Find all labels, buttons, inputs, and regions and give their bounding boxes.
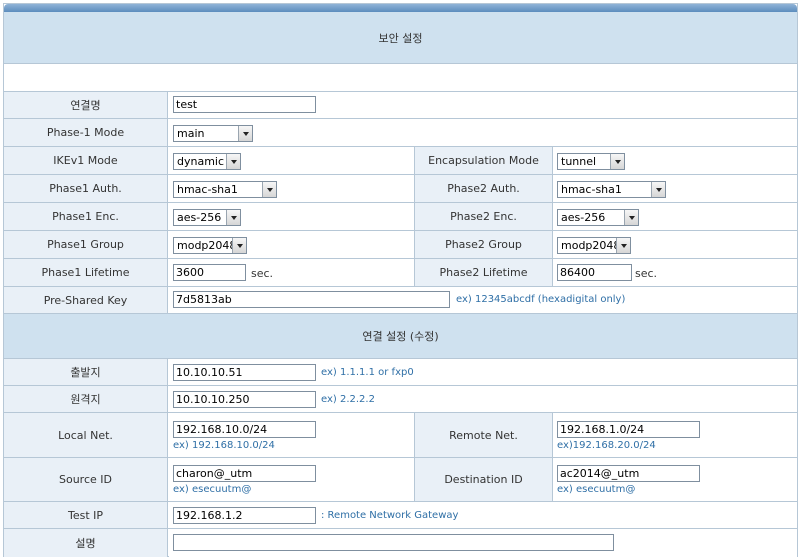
source-id-input[interactable]: charon@_utm xyxy=(173,465,316,482)
phase1-enc-label: Phase1 Enc. xyxy=(4,203,168,230)
row-group: Phase1 Group modp2048 Phase2 Group modp2… xyxy=(4,231,797,259)
psk-input[interactable]: 7d5813ab xyxy=(173,291,450,308)
phase1-lifetime-input[interactable]: 3600 xyxy=(173,264,246,281)
row-lifetime: Phase1 Lifetime 3600 sec. Phase2 Lifetim… xyxy=(4,259,797,287)
row-enc: Phase1 Enc. aes-256 Phase2 Enc. aes-256 xyxy=(4,203,797,231)
phase2-auth-value: hmac-sha1 xyxy=(561,183,622,196)
remote-net-input[interactable]: 192.168.1.0/24 xyxy=(557,421,700,438)
conn-name-label: 연결명 xyxy=(4,92,168,118)
encap-mode-select[interactable]: tunnel xyxy=(557,153,625,170)
phase1-mode-select[interactable]: main xyxy=(173,125,253,142)
phase1-mode-label: Phase-1 Mode xyxy=(4,119,168,146)
row-ikev1-encap: IKEv1 Mode dynamic Encapsulation Mode tu… xyxy=(4,147,797,175)
remote-net-hint: ex)192.168.20.0/24 xyxy=(557,440,656,451)
destination-hint: ex) 2.2.2.2 xyxy=(321,394,375,405)
section-title: 보안 설정 xyxy=(378,31,423,45)
phase2-enc-select[interactable]: aes-256 xyxy=(557,209,639,226)
chevron-down-icon[interactable] xyxy=(610,154,624,169)
phase2-lifetime-input[interactable]: 86400 xyxy=(557,264,632,281)
phase2-auth-select[interactable]: hmac-sha1 xyxy=(557,181,666,198)
phase1-group-label: Phase1 Group xyxy=(4,231,168,258)
phase1-auth-value: hmac-sha1 xyxy=(177,183,238,196)
source-id-hint: ex) esecuutm@ xyxy=(173,484,252,495)
chevron-down-icon[interactable] xyxy=(262,182,276,197)
source-hint: ex) 1.1.1.1 or fxp0 xyxy=(321,367,414,378)
local-net-label: Local Net. xyxy=(4,413,168,457)
panel-top-bar xyxy=(4,4,797,12)
chevron-down-icon[interactable] xyxy=(651,182,665,197)
local-net-input[interactable]: 192.168.10.0/24 xyxy=(173,421,316,438)
source-input[interactable]: 10.10.10.51 xyxy=(173,364,316,381)
source-label: 출발지 xyxy=(4,359,168,385)
chevron-down-icon[interactable] xyxy=(616,238,630,253)
row-phase1-mode: Phase-1 Mode main xyxy=(4,119,797,147)
psk-label: Pre-Shared Key xyxy=(4,287,168,313)
destination-id-hint: ex) esecuutm@ xyxy=(557,484,636,495)
ikev1-mode-value: dynamic xyxy=(177,155,225,168)
destination-input[interactable]: 10.10.10.250 xyxy=(173,391,316,408)
phase2-lifetime-label: Phase2 Lifetime xyxy=(414,259,553,286)
spacer-row xyxy=(4,64,797,92)
phase1-auth-label: Phase1 Auth. xyxy=(4,175,168,202)
phase1-mode-value: main xyxy=(177,127,205,140)
connection-section-title: 연결 설정 (수정) xyxy=(362,330,439,343)
encap-mode-label: Encapsulation Mode xyxy=(414,147,553,174)
row-test-ip: Test IP 192.168.1.2 : Remote Network Gat… xyxy=(4,502,797,529)
row-psk: Pre-Shared Key 7d5813ab ex) 12345abcdf (… xyxy=(4,287,797,314)
row-description: 설명 xyxy=(4,529,797,557)
phase1-lifetime-unit: sec. xyxy=(251,267,274,280)
test-ip-input[interactable]: 192.168.1.2 xyxy=(173,507,316,524)
chevron-down-icon[interactable] xyxy=(226,210,240,225)
encap-mode-value: tunnel xyxy=(561,155,597,168)
phase2-lifetime-unit: sec. xyxy=(635,267,658,280)
phase2-auth-label: Phase2 Auth. xyxy=(414,175,553,202)
destination-id-input[interactable]: ac2014@_utm xyxy=(557,465,700,482)
ikev1-mode-label: IKEv1 Mode xyxy=(4,147,168,174)
phase2-group-select[interactable]: modp2048 xyxy=(557,237,631,254)
chevron-down-icon[interactable] xyxy=(232,238,246,253)
row-nets: Local Net. 192.168.10.0/24 ex) 192.168.1… xyxy=(4,413,797,458)
security-settings-panel: 보안 설정 연결명 test Phase-1 Mode main IKEv1 M… xyxy=(3,3,798,557)
row-auth: Phase1 Auth. hmac-sha1 Phase2 Auth. hmac… xyxy=(4,175,797,203)
row-ids: Source ID charon@_utm ex) esecuutm@ Dest… xyxy=(4,458,797,502)
phase2-group-label: Phase2 Group xyxy=(414,231,553,258)
phase1-lifetime-label: Phase1 Lifetime xyxy=(4,259,168,286)
row-destination: 원격지 10.10.10.250 ex) 2.2.2.2 xyxy=(4,386,797,413)
local-net-hint: ex) 192.168.10.0/24 xyxy=(173,440,275,451)
row-conn-name: 연결명 test xyxy=(4,92,797,119)
phase2-group-value: modp2048 xyxy=(561,239,621,252)
ikev1-mode-select[interactable]: dynamic xyxy=(173,153,241,170)
row-source: 출발지 10.10.10.51 ex) 1.1.1.1 or fxp0 xyxy=(4,359,797,386)
phase1-enc-select[interactable]: aes-256 xyxy=(173,209,241,226)
section-header-connection: 연결 설정 (수정) xyxy=(4,314,797,359)
destination-id-label: Destination ID xyxy=(414,458,553,501)
source-id-label: Source ID xyxy=(4,458,168,501)
description-input[interactable] xyxy=(173,534,614,551)
remote-net-label: Remote Net. xyxy=(414,413,553,457)
destination-label: 원격지 xyxy=(4,386,168,412)
chevron-down-icon[interactable] xyxy=(226,154,240,169)
phase1-group-value: modp2048 xyxy=(177,239,237,252)
description-label: 설명 xyxy=(4,529,168,557)
phase2-enc-value: aes-256 xyxy=(561,211,606,224)
phase2-enc-label: Phase2 Enc. xyxy=(414,203,553,230)
psk-hint: ex) 12345abcdf (hexadigital only) xyxy=(456,294,626,305)
test-ip-label: Test IP xyxy=(4,502,168,528)
phase1-group-select[interactable]: modp2048 xyxy=(173,237,247,254)
conn-name-input[interactable]: test xyxy=(173,96,316,113)
test-ip-hint: : Remote Network Gateway xyxy=(321,510,459,521)
chevron-down-icon[interactable] xyxy=(624,210,638,225)
chevron-down-icon[interactable] xyxy=(238,126,252,141)
phase1-auth-select[interactable]: hmac-sha1 xyxy=(173,181,277,198)
section-header-security: 보안 설정 xyxy=(4,12,797,64)
phase1-enc-value: aes-256 xyxy=(177,211,222,224)
